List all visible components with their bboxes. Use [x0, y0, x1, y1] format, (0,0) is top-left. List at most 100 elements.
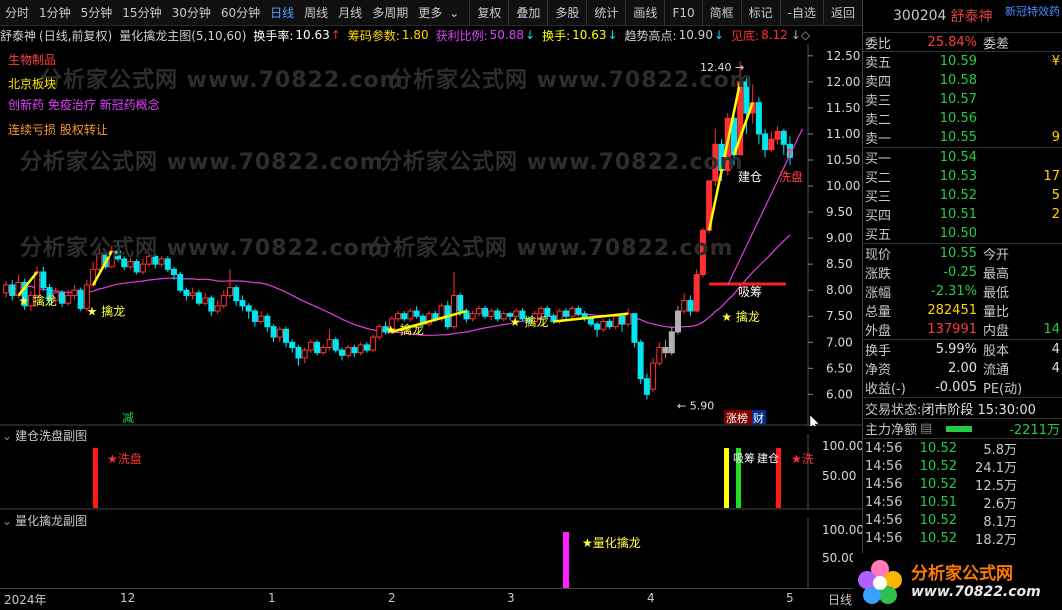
period-tab[interactable]: 1分钟: [34, 0, 76, 26]
toolbar-button[interactable]: 返回: [822, 0, 862, 25]
period-tab[interactable]: 15分钟: [117, 0, 166, 26]
sub1-axis-label: 50.00: [822, 469, 856, 483]
trade-status-row: 交易状态: 闭市阶段 15:30:00: [863, 397, 1062, 418]
stock-name: 舒泰神: [0, 28, 37, 43]
quote-value-2: 14: [1043, 322, 1060, 337]
toolbar-button[interactable]: 简框: [701, 0, 741, 25]
stat-row[interactable]: 净资 2.00 流通 4: [863, 359, 1062, 378]
toolbar-button[interactable]: 复权: [469, 0, 508, 25]
bid-row[interactable]: 买四 10.51 2: [863, 205, 1062, 224]
toolbar-button[interactable]: 标记: [740, 0, 780, 25]
main-flow-row[interactable]: 主力净额 ▤ -2211万: [863, 418, 1062, 438]
bid-row[interactable]: 买一 10.54: [863, 148, 1062, 167]
more-arrow-icon[interactable]: ↓◇: [791, 28, 810, 42]
toolbar-button[interactable]: 统计: [586, 0, 625, 25]
candle-body: [320, 346, 327, 354]
quote-value: -2.31%: [931, 284, 977, 299]
toolbar-button[interactable]: F10: [664, 0, 701, 25]
ask-label: 卖二: [865, 113, 892, 128]
quote-row[interactable]: 涨幅 -2.31% 最低: [863, 282, 1062, 301]
high-label: 12.40 →: [700, 61, 744, 74]
price-tick-label: 7.50: [826, 309, 853, 323]
bid-row[interactable]: 买五 10.50: [863, 224, 1062, 243]
toolbar-button[interactable]: 叠加: [508, 0, 547, 25]
price-tick-label: 11.00: [826, 127, 860, 141]
tick-row[interactable]: 14:56 10.52 24.1万: [863, 457, 1062, 476]
ask-row[interactable]: 卖五 10.59 ¥: [863, 52, 1062, 71]
tick-row[interactable]: 14:56 10.52 12.5万: [863, 475, 1062, 494]
ask-row[interactable]: 卖一 10.55 9: [863, 128, 1062, 147]
down-arrow-icon: ↓: [525, 28, 536, 42]
candle-body: [264, 315, 271, 328]
period-tab[interactable]: 30分钟: [167, 0, 216, 26]
toolbar-button[interactable]: 多股: [547, 0, 586, 25]
tick-row[interactable]: 14:56 10.52 5.8万: [863, 439, 1062, 458]
period-tab[interactable]: 更多: [413, 0, 447, 26]
promo-link[interactable]: 新冠特效药: [1005, 3, 1060, 19]
concept-tag: 生物制品: [8, 53, 57, 67]
tick-row[interactable]: 14:56 10.52 18.2万: [863, 529, 1062, 548]
quote-value: 10.55: [939, 246, 977, 261]
tick-row[interactable]: 14:56 10.52 8.1万: [863, 511, 1062, 530]
candle-body: [637, 341, 644, 380]
candle-body: [600, 320, 607, 330]
tick-time: 14:56: [865, 494, 903, 510]
period-label[interactable]: 日线: [828, 591, 852, 608]
stat-row[interactable]: 收益(-) -0.005 PE(动): [863, 378, 1062, 397]
period-tab[interactable]: 多周期: [367, 0, 413, 26]
period-tab[interactable]: 60分钟: [216, 0, 265, 26]
period-tab[interactable]: 5分钟: [76, 0, 118, 26]
quote-row[interactable]: 外盘 137991 内盘 14: [863, 320, 1062, 339]
sub2-axis-label: 50.00: [822, 551, 856, 565]
period-tab[interactable]: 周线: [299, 0, 333, 26]
ask-row[interactable]: 卖三 10.57: [863, 90, 1062, 109]
period-tab[interactable]: 月线: [333, 0, 367, 26]
ask-row[interactable]: 卖二 10.56: [863, 109, 1062, 128]
profit-value: 50.88: [489, 28, 525, 42]
period-tab[interactable]: 日线: [265, 0, 299, 26]
tick-row[interactable]: 14:56 10.51 2.6万: [863, 493, 1062, 512]
candle-body: [220, 294, 227, 307]
candle-body: [71, 289, 78, 296]
quote-label-2: 最低: [983, 286, 1010, 301]
ask-row[interactable]: 卖四 10.58: [863, 71, 1062, 90]
turnover-value: 10.63: [295, 28, 330, 42]
candle-body: [164, 258, 171, 270]
bid-row[interactable]: 买三 10.52 5: [863, 186, 1062, 205]
candle-body: [482, 307, 489, 317]
candle-body: [77, 289, 84, 309]
bid-label: 买二: [865, 171, 892, 186]
quote-row[interactable]: 涨跌 -0.25 最高: [863, 263, 1062, 282]
candle-body: [177, 274, 184, 291]
ask-book: 卖五 10.59 ¥ 卖四 10.58 卖三 10.57 卖二 10.56 卖一 10.55 9: [863, 51, 1062, 147]
chip-value: 1.80: [401, 28, 429, 42]
candle-body: [289, 341, 296, 348]
logo-brand: 分析家公式网: [911, 563, 1013, 584]
price-tick-label: 6.00: [826, 387, 853, 401]
candle-body: [233, 287, 240, 302]
date-tick: 2024年: [4, 593, 47, 607]
quote-row[interactable]: 现价 10.55 今开: [863, 244, 1062, 263]
period-tab[interactable]: 分时: [0, 0, 34, 26]
ratio-value: 25.84%: [927, 34, 977, 50]
quote-panel: 300204 舒泰神 新冠特效药 委比 25.84% 委差 卖五 10.59 ¥ 卖四…: [862, 0, 1062, 610]
indicator-name[interactable]: 量化擒龙主图(5,10,60): [119, 27, 246, 44]
list-icon[interactable]: ▤: [920, 421, 932, 436]
toolbar-button[interactable]: -自选: [779, 0, 823, 25]
bid-row[interactable]: 买二 10.53 17: [863, 167, 1062, 186]
sub1-chart[interactable]: 100.00 50.00 ★洗盘 吸筹 建仓 ★洗: [0, 434, 862, 510]
quote-row[interactable]: 总量 282451 量比: [863, 301, 1062, 320]
chevron-down-icon[interactable]: ⌄: [447, 0, 461, 26]
toolbar-button[interactable]: 画线: [625, 0, 664, 25]
candle-body: [189, 292, 196, 296]
quote-label-2: 量比: [983, 305, 1010, 320]
stat-row[interactable]: 换手 5.99% 股本 4: [863, 340, 1062, 359]
sub2-chart[interactable]: 100.00 50.00 ★量化擒龙: [0, 518, 862, 588]
candle-body: [202, 297, 209, 304]
candle-body: [687, 300, 694, 312]
ask-label: 卖三: [865, 94, 892, 109]
kline-chart[interactable]: 12.50 12.00 11.50 11.00 10.50 10.00 9.50 9.00 8.…: [0, 44, 862, 426]
candle-body: [780, 130, 787, 145]
tick-price: 10.52: [919, 530, 957, 546]
concept-tag: 连续亏损 股权转让: [8, 123, 108, 137]
